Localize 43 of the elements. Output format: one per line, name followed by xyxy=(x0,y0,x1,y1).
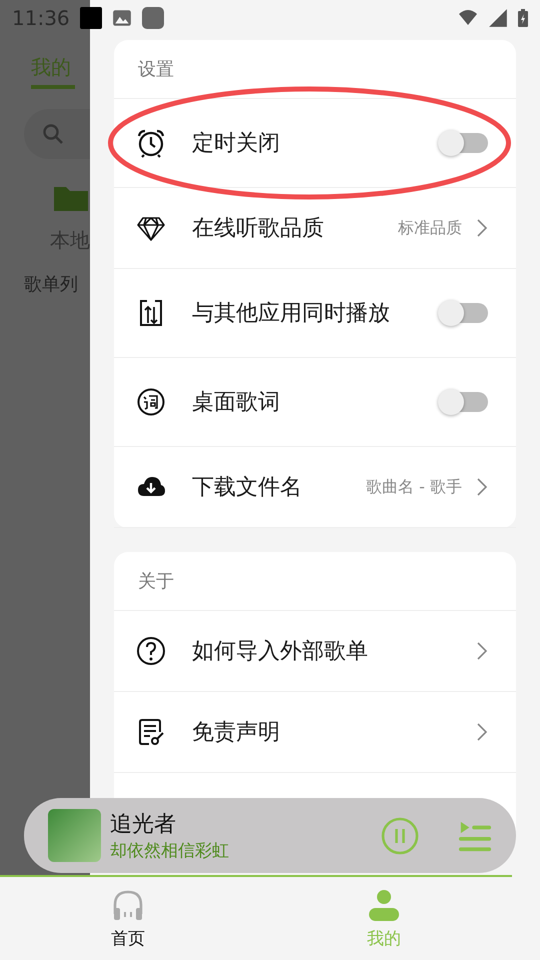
toggle-switch[interactable] xyxy=(438,300,488,326)
search-icon xyxy=(41,122,65,146)
settings-row[interactable]: 如何导入外部歌单 xyxy=(114,611,516,692)
help-icon xyxy=(136,636,166,666)
setting-label: 如何导入外部歌单 xyxy=(192,638,368,666)
document-icon xyxy=(136,717,166,747)
chevron-right-icon xyxy=(476,641,488,661)
setting-label: 在线听歌品质 xyxy=(192,215,324,243)
alarm-clock-icon xyxy=(136,128,166,158)
signal-icon xyxy=(488,8,508,28)
section-title: 关于 xyxy=(138,570,174,593)
setting-label: 下载文件名 xyxy=(192,474,302,502)
setting-label: 免责声明 xyxy=(192,719,280,747)
nav-tab[interactable]: 首页 xyxy=(0,877,256,960)
toggle-row[interactable]: 桌面歌词 xyxy=(114,358,516,447)
song-title: 追光者 xyxy=(110,811,177,839)
settings-row[interactable]: 在线听歌品质 标准品质 xyxy=(114,188,516,269)
chevron-right-icon xyxy=(476,218,488,238)
settings-row[interactable]: 免责声明 xyxy=(114,692,516,773)
setting-label: 与其他应用同时播放 xyxy=(192,300,390,328)
chevron-right-icon xyxy=(476,722,488,742)
notification-icon xyxy=(80,7,102,29)
toggle-switch[interactable] xyxy=(438,389,488,415)
settings-row[interactable]: 下载文件名 歌曲名 - 歌手 xyxy=(114,447,516,528)
song-artist: 却依然相信彩虹 xyxy=(110,840,229,862)
setting-label: 定时关闭 xyxy=(192,130,280,158)
setting-value: 标准品质 xyxy=(398,218,462,238)
section-title: 设置 xyxy=(138,58,174,81)
battery-icon xyxy=(518,8,528,28)
setting-value: 歌曲名 - 歌手 xyxy=(366,476,462,498)
app-icon xyxy=(142,7,164,29)
setting-label: 桌面歌词 xyxy=(192,389,280,417)
chevron-right-icon xyxy=(476,477,488,497)
album-art-placeholder xyxy=(48,809,101,862)
playlist-label: 歌单列 xyxy=(24,273,79,296)
toggle-row[interactable]: 定时关闭 xyxy=(114,99,516,188)
toggle-row[interactable]: 与其他应用同时播放 xyxy=(114,269,516,358)
mini-player[interactable]: 追光者 却依然相信彩虹 xyxy=(24,798,516,873)
lyrics-icon xyxy=(136,387,166,417)
pause-button[interactable] xyxy=(380,816,420,856)
toggle-switch[interactable] xyxy=(438,130,488,156)
person-icon xyxy=(367,887,401,923)
image-icon xyxy=(112,8,132,28)
